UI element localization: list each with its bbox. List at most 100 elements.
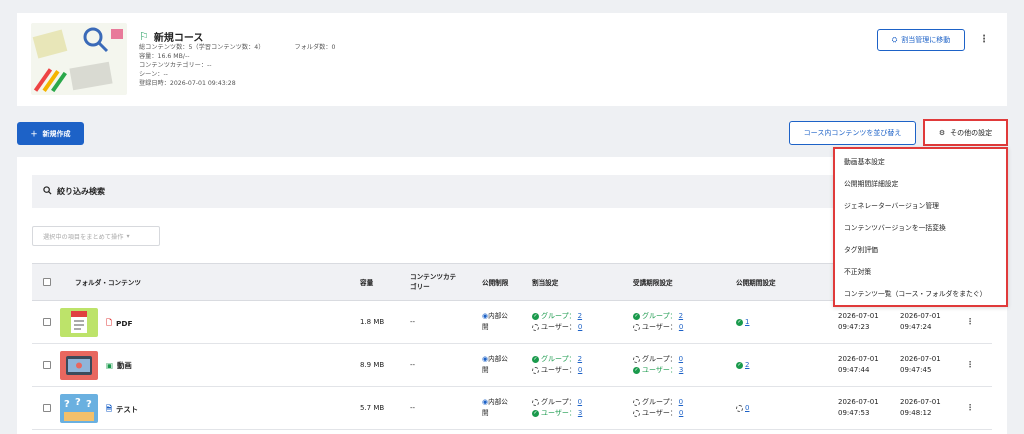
- new-button-label: 新規作成: [42, 129, 71, 138]
- size-cell: 8.9 MB: [360, 361, 385, 369]
- created-date: 2026-07-01: [838, 398, 879, 406]
- empty-circle-icon: [633, 410, 640, 417]
- test-thumbnail: ???: [60, 394, 98, 423]
- assign-user-label: ユーザー：: [541, 323, 576, 331]
- assign-user-count-link[interactable]: 3: [578, 408, 582, 419]
- category-cell: --: [410, 318, 416, 326]
- caret-down-icon: ▾: [126, 232, 130, 240]
- assign-group-label: グループ：: [541, 312, 576, 320]
- check-circle-icon: ✓: [532, 356, 539, 363]
- content-name[interactable]: 🗋 PDF: [106, 317, 133, 330]
- assignment-cell: ✓ グループ： 2 ユーザー： 0: [532, 354, 582, 376]
- assign-user-count-link[interactable]: 0: [578, 322, 582, 333]
- bulk-action-select[interactable]: 選択中の項目をまとめて操作 ▾: [32, 226, 160, 246]
- created-date: 2026-07-01: [838, 312, 879, 320]
- publish-period-cell: ✓ 1: [736, 317, 749, 328]
- check-circle-icon: ✓: [532, 313, 539, 320]
- row-checkbox[interactable]: [43, 404, 51, 412]
- move-to-assignment-button[interactable]: ⛭ 割当管理に移動: [877, 29, 965, 51]
- header-folder-content: フォルダ・コンテンツ: [75, 279, 141, 287]
- menu-item-bulk-version-convert[interactable]: コンテンツバージョンを一括変換: [844, 222, 946, 232]
- publish-limit-line1: 内部公: [488, 398, 508, 406]
- created-time: 09:47:23: [838, 323, 870, 331]
- reorder-contents-button[interactable]: コース内コンテンツを並び替え: [789, 121, 916, 145]
- bulk-action-label: 選択中の項目をまとめて操作: [43, 233, 124, 241]
- att-group-count-link[interactable]: 0: [679, 397, 683, 408]
- att-group-count-link[interactable]: 2: [679, 311, 683, 322]
- publish-period-count-link[interactable]: 0: [745, 403, 749, 414]
- select-all-checkbox[interactable]: [43, 278, 51, 286]
- menu-item-generator-version[interactable]: ジェネレーターバージョン管理: [844, 200, 939, 210]
- row-checkbox[interactable]: [43, 361, 51, 369]
- publish-period-count-link[interactable]: 2: [745, 360, 749, 371]
- empty-circle-icon: [532, 367, 539, 374]
- attendance-cell: グループ： 0 ユーザー： 0: [633, 397, 683, 419]
- row-more-icon[interactable]: ⋮: [966, 317, 974, 327]
- att-group-count-link[interactable]: 0: [679, 354, 683, 365]
- content-name-label: PDF: [115, 319, 133, 328]
- course-scene: シーン：--: [139, 71, 168, 78]
- menu-item-video-basic[interactable]: 動画基本設定: [844, 156, 885, 166]
- new-create-button[interactable]: ＋ 新規作成: [17, 122, 84, 145]
- header-assignment: 割当設定: [532, 279, 559, 287]
- header-publish-period: 公開期間設定: [736, 279, 776, 287]
- menu-item-fraud-prevention[interactable]: 不正対策: [844, 266, 871, 276]
- course-registered: 登録日時：2026-07-01 09:43:28: [139, 80, 236, 87]
- empty-circle-icon: [532, 324, 539, 331]
- svg-text:?: ?: [75, 397, 81, 408]
- att-user-count-link[interactable]: 3: [679, 365, 683, 376]
- assignment-cell: グループ： 0 ✓ ユーザー： 3: [532, 397, 582, 419]
- assign-group-count-link[interactable]: 2: [578, 311, 582, 322]
- publish-period-count-link[interactable]: 1: [745, 317, 749, 328]
- created-date-cell: 2026-07-01 09:47:53: [838, 397, 879, 419]
- att-user-label: ユーザー：: [642, 323, 677, 331]
- pdf-thumbnail: [60, 308, 98, 337]
- att-user-label: ユーザー：: [642, 409, 677, 417]
- other-settings-button[interactable]: ⚙ その他の設定: [923, 119, 1008, 146]
- gear-icon: ⚙: [938, 128, 946, 137]
- assignment-icon: ⛭: [891, 35, 898, 44]
- table-row[interactable]: 🗋 PDF 1.8 MB -- ◉内部公開 ✓ グループ： 2 ユーザー： 0 ✓ グルー…: [32, 301, 992, 344]
- assign-user-label: ユーザー：: [541, 366, 576, 374]
- check-circle-icon: ✓: [532, 410, 539, 417]
- test-file-icon: 🗎: [106, 404, 112, 413]
- publish-limit-line2: 開: [482, 323, 489, 331]
- att-user-count-link[interactable]: 0: [679, 322, 683, 333]
- course-title: 新規コース: [153, 33, 204, 44]
- table-row[interactable]: ??? 🗎 テスト 5.7 MB -- ◉内部公開 グループ： 0 ✓ ユーザー： 3 …: [32, 387, 992, 430]
- content-name[interactable]: ▣ 動画: [106, 360, 132, 371]
- created-date: 2026-07-01: [838, 355, 879, 363]
- row-checkbox[interactable]: [43, 318, 51, 326]
- svg-text:?: ?: [64, 399, 70, 410]
- assign-group-count-link[interactable]: 0: [578, 397, 582, 408]
- table-row[interactable]: ▣ 動画 8.9 MB -- ◉内部公開 ✓ グループ： 2 ユーザー： 0 グループ：…: [32, 344, 992, 387]
- check-circle-icon: ✓: [633, 313, 640, 320]
- row-more-icon[interactable]: ⋮: [966, 403, 974, 413]
- assign-group-label: グループ：: [541, 355, 576, 363]
- assign-user-label: ユーザー：: [541, 409, 576, 417]
- assign-group-count-link[interactable]: 2: [578, 354, 582, 365]
- video-file-icon: ▣: [106, 361, 113, 370]
- menu-item-content-list[interactable]: コンテンツ一覧（コース・フォルダをまたぐ）: [844, 288, 986, 298]
- publish-limit-line1: 内部公: [488, 355, 508, 363]
- content-name[interactable]: 🗎 テスト: [106, 403, 138, 416]
- assign-user-count-link[interactable]: 0: [578, 365, 582, 376]
- check-circle-icon: ✓: [736, 362, 743, 369]
- assign-group-label: グループ：: [541, 398, 576, 406]
- created-date-cell: 2026-07-01 09:47:23: [838, 311, 879, 333]
- menu-item-tag-evaluation[interactable]: タグ別評価: [844, 244, 878, 254]
- video-thumbnail: [60, 351, 98, 380]
- row-more-icon[interactable]: ⋮: [966, 360, 974, 370]
- att-user-count-link[interactable]: 0: [679, 408, 683, 419]
- created-time: 09:47:53: [838, 409, 870, 417]
- header-publish-limit: 公開制限: [482, 279, 509, 287]
- content-name-label: テスト: [115, 405, 139, 414]
- empty-circle-icon: [633, 324, 640, 331]
- course-category: コンテンツカテゴリー：--: [139, 62, 212, 69]
- course-more-icon[interactable]: ⋮: [979, 35, 989, 45]
- publish-period-cell: 0: [736, 403, 749, 414]
- menu-item-publish-period-detail[interactable]: 公開期間詳細設定: [844, 178, 898, 188]
- header-category: コンテンツカテ ゴリー: [410, 272, 456, 292]
- course-thumbnail: [31, 23, 127, 95]
- course-capacity: 容量：16.6 MB/--: [139, 53, 190, 60]
